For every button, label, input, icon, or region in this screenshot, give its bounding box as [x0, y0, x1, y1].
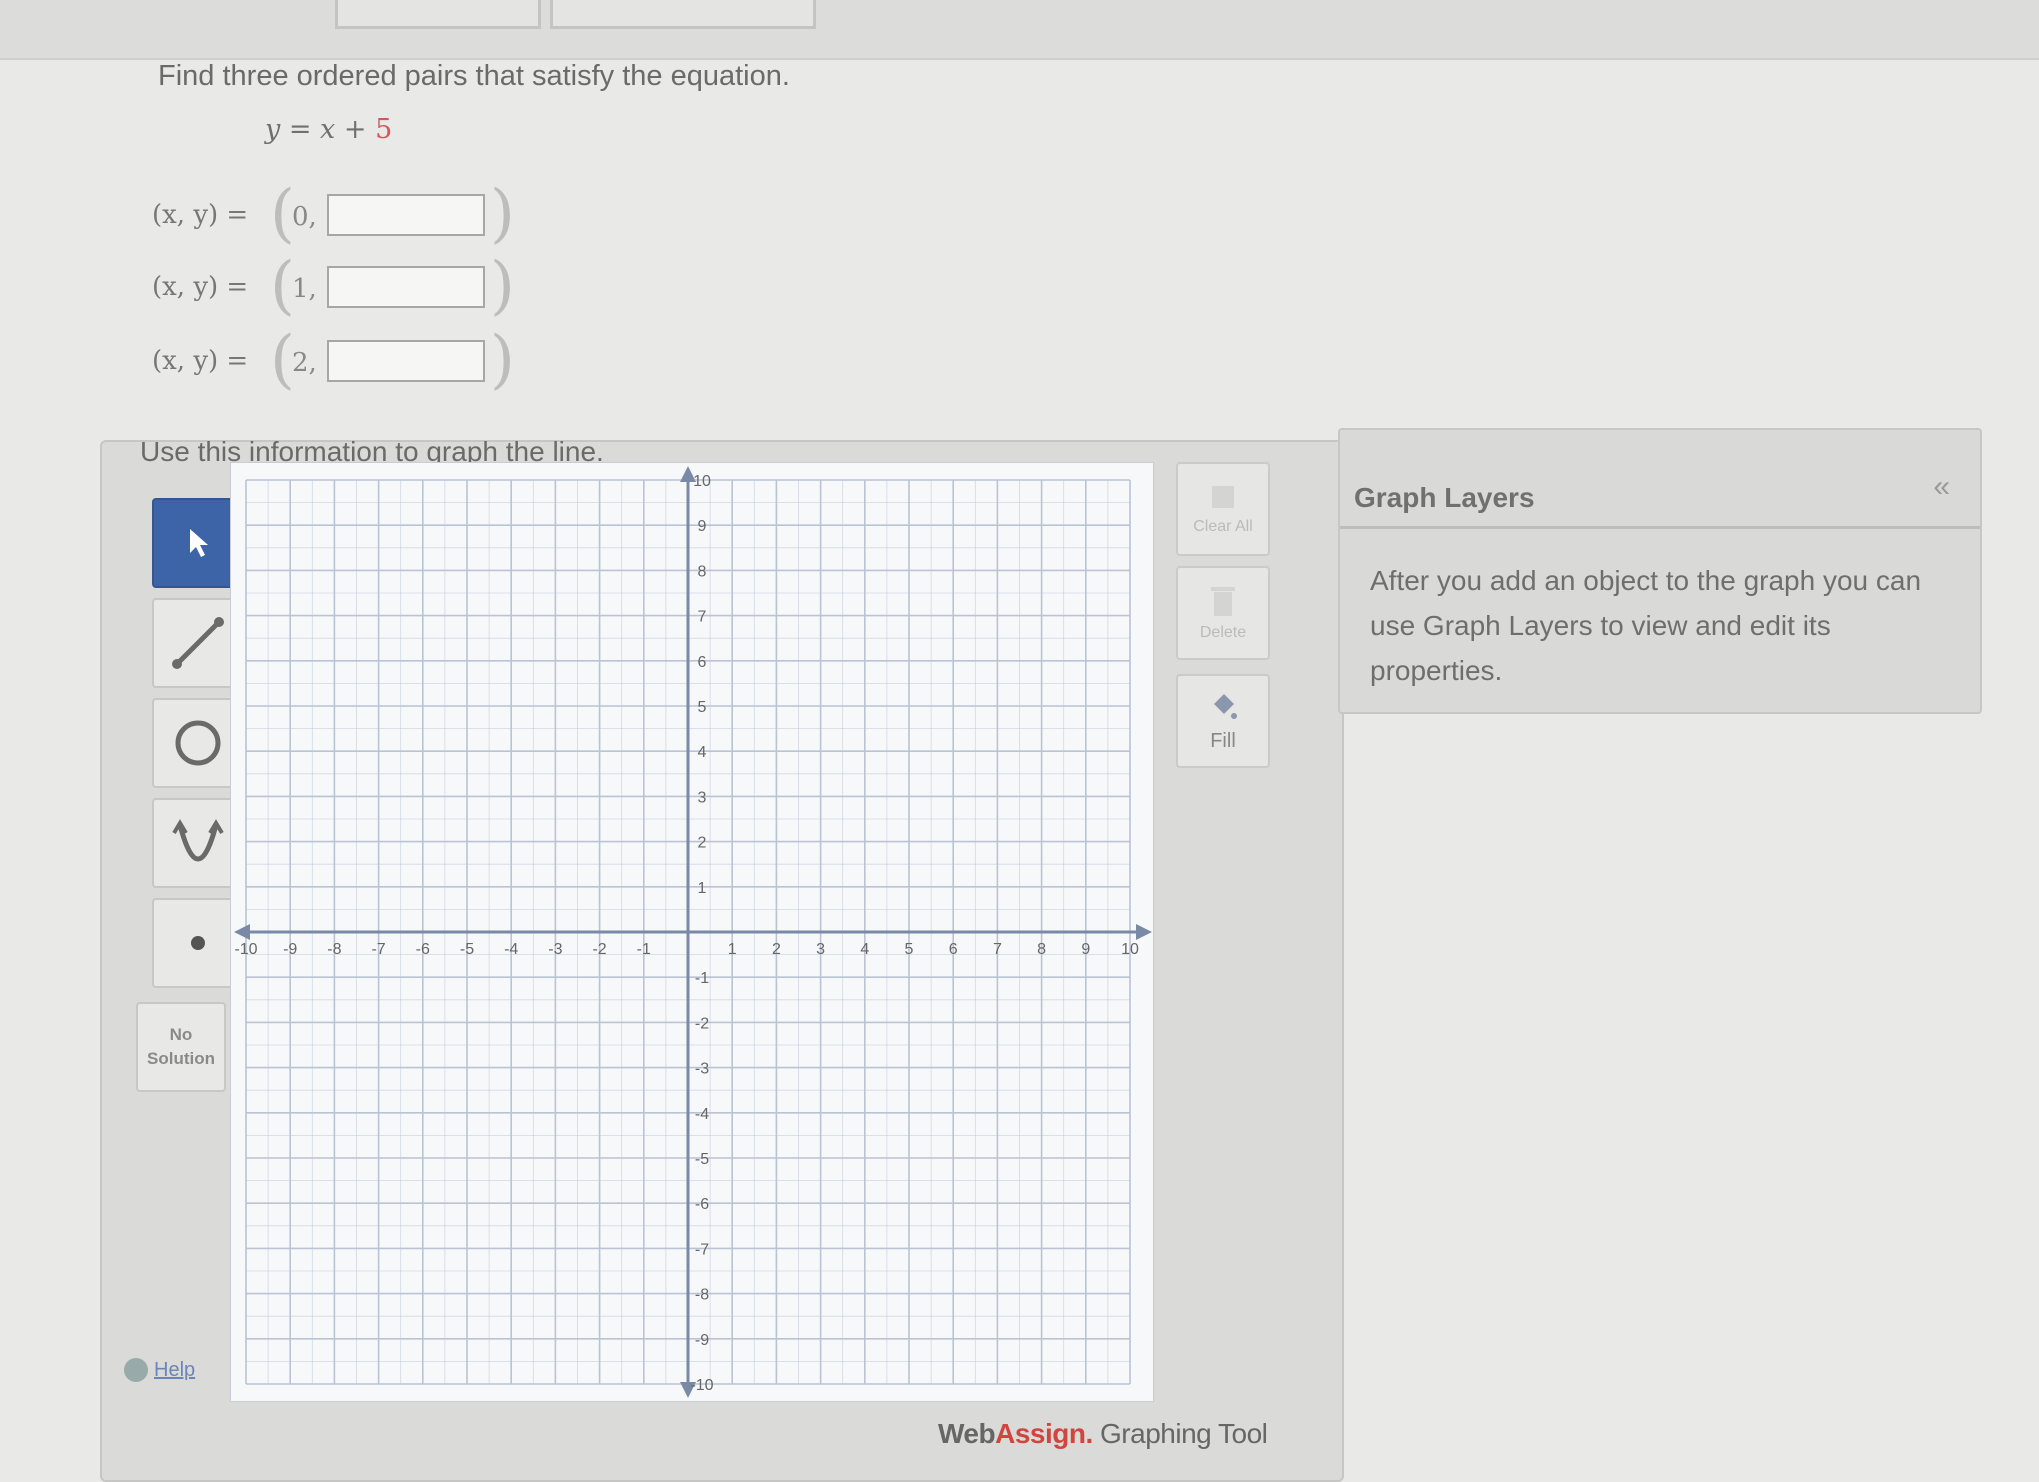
x-tick-label: -3 — [548, 941, 562, 958]
y-tick-label: -8 — [695, 1287, 709, 1304]
top-tab-box — [335, 0, 541, 29]
x-tick-label: 10 — [1121, 941, 1139, 958]
brand-tool-name: Graphing Tool — [1100, 1418, 1268, 1449]
circle-icon — [175, 720, 221, 766]
help-label: Help — [154, 1358, 196, 1381]
pair-label: (x, y) = — [152, 346, 249, 376]
top-strip — [0, 0, 2039, 60]
x-tick-label: 5 — [905, 941, 914, 958]
x-tick-label: -1 — [637, 941, 651, 958]
y-tick-label: -7 — [695, 1241, 709, 1258]
graph-layers-title: Graph Layers — [1354, 482, 1535, 513]
y-tick-label: -5 — [695, 1151, 709, 1168]
x-tick-label: -8 — [327, 941, 341, 958]
pair-x-value: 1, — [292, 274, 317, 304]
delete-label: Delete — [1199, 624, 1247, 641]
y-tick-label: 2 — [698, 835, 707, 852]
pair-label: (x, y) = — [152, 200, 249, 230]
fill-label: Fill — [1210, 729, 1236, 752]
x-tick-label: 6 — [949, 941, 958, 958]
parabola-icon — [172, 819, 224, 862]
y-tick-label: 10 — [693, 473, 711, 490]
x-tick-label: 7 — [993, 941, 1002, 958]
y-tick-label: 5 — [698, 699, 707, 716]
close-paren: ) — [490, 249, 515, 323]
delete-button[interactable]: Delete — [1176, 566, 1270, 660]
x-tick-label: -9 — [283, 941, 297, 958]
x-tick-label: -7 — [371, 941, 385, 958]
y-value-input-2[interactable] — [327, 266, 485, 308]
y-value-input-3[interactable] — [327, 340, 485, 382]
y-tick-label: 1 — [698, 880, 707, 897]
clear-all-label: Clear All — [1193, 518, 1253, 535]
double-chevron-left-icon[interactable]: « — [1933, 470, 1950, 504]
webassign-brand: WebAssign. Graphing Tool — [938, 1418, 1268, 1450]
close-paren: ) — [490, 323, 515, 397]
graph-layers-header: Graph Layers « — [1340, 430, 1980, 529]
y-tick-label: 6 — [698, 654, 707, 671]
y-tick-label: -9 — [695, 1332, 709, 1349]
trash-icon — [1211, 587, 1235, 616]
equation-lhs: y = x + — [265, 114, 367, 145]
top-tab-box — [550, 0, 816, 29]
x-tick-label: -10 — [234, 941, 257, 958]
y-tick-label: -2 — [695, 1015, 709, 1032]
question-prompt: Find three ordered pairs that satisfy th… — [158, 60, 790, 92]
x-tick-label: -4 — [504, 941, 518, 958]
point-dot-icon — [191, 936, 205, 950]
pointer-arrow-icon — [190, 529, 208, 557]
line-segment-icon — [172, 617, 224, 669]
brand-web: Web — [938, 1418, 996, 1449]
x-tick-label: 8 — [1037, 941, 1046, 958]
close-paren: ) — [490, 177, 515, 251]
help-icon — [124, 1358, 148, 1382]
x-tick-label: -5 — [460, 941, 474, 958]
brand-assign: Assign. — [995, 1418, 1093, 1449]
y-tick-label: 9 — [698, 518, 707, 535]
fill-button[interactable]: Fill — [1176, 674, 1270, 768]
graph-layers-message: After you add an object to the graph you… — [1370, 565, 1922, 686]
x-tick-label: -6 — [416, 941, 430, 958]
coordinate-grid[interactable]: -10 -9 -8 -7 -6 -5 -4 -3 -2 -1 1 2 3 4 5 6 7 8 9 10 10 9 8 7 6 5 4… — [230, 462, 1154, 1402]
paint-bucket-icon — [1214, 693, 1237, 719]
graph-layers-panel: Graph Layers « After you add an object t… — [1338, 428, 1982, 714]
no-solution-label-line2: Solution — [147, 1049, 215, 1068]
x-tick-label: 3 — [816, 941, 825, 958]
pair-x-value: 0, — [292, 202, 317, 232]
pair-x-value: 2, — [292, 348, 317, 378]
equation: y = x + 5 — [265, 114, 392, 145]
help-link[interactable]: Help — [124, 1358, 195, 1382]
y-tick-label: -6 — [695, 1196, 709, 1213]
x-tick-label: 9 — [1081, 941, 1090, 958]
y-tick-label: 4 — [698, 744, 707, 761]
pair-label: (x, y) = — [152, 272, 249, 302]
y-value-input-1[interactable] — [327, 194, 485, 236]
x-tick-label: 4 — [860, 941, 869, 958]
x-tick-label: 1 — [728, 941, 737, 958]
x-tick-label: 2 — [772, 941, 781, 958]
equation-constant: 5 — [375, 114, 393, 145]
y-tick-label: 3 — [698, 789, 707, 806]
y-tick-label: -1 — [695, 970, 709, 987]
y-tick-label: 7 — [698, 609, 707, 626]
no-solution-button[interactable]: No Solution — [136, 1002, 226, 1092]
y-tick-label: 8 — [698, 563, 707, 580]
y-tick-label: -3 — [695, 1061, 709, 1078]
x-tick-label: -2 — [592, 941, 606, 958]
clear-all-icon — [1212, 486, 1234, 508]
clear-all-button[interactable]: Clear All — [1176, 462, 1270, 556]
y-tick-label: -4 — [695, 1106, 709, 1123]
no-solution-label-line1: No — [169, 1025, 193, 1044]
y-tick-label: -10 — [690, 1377, 713, 1394]
